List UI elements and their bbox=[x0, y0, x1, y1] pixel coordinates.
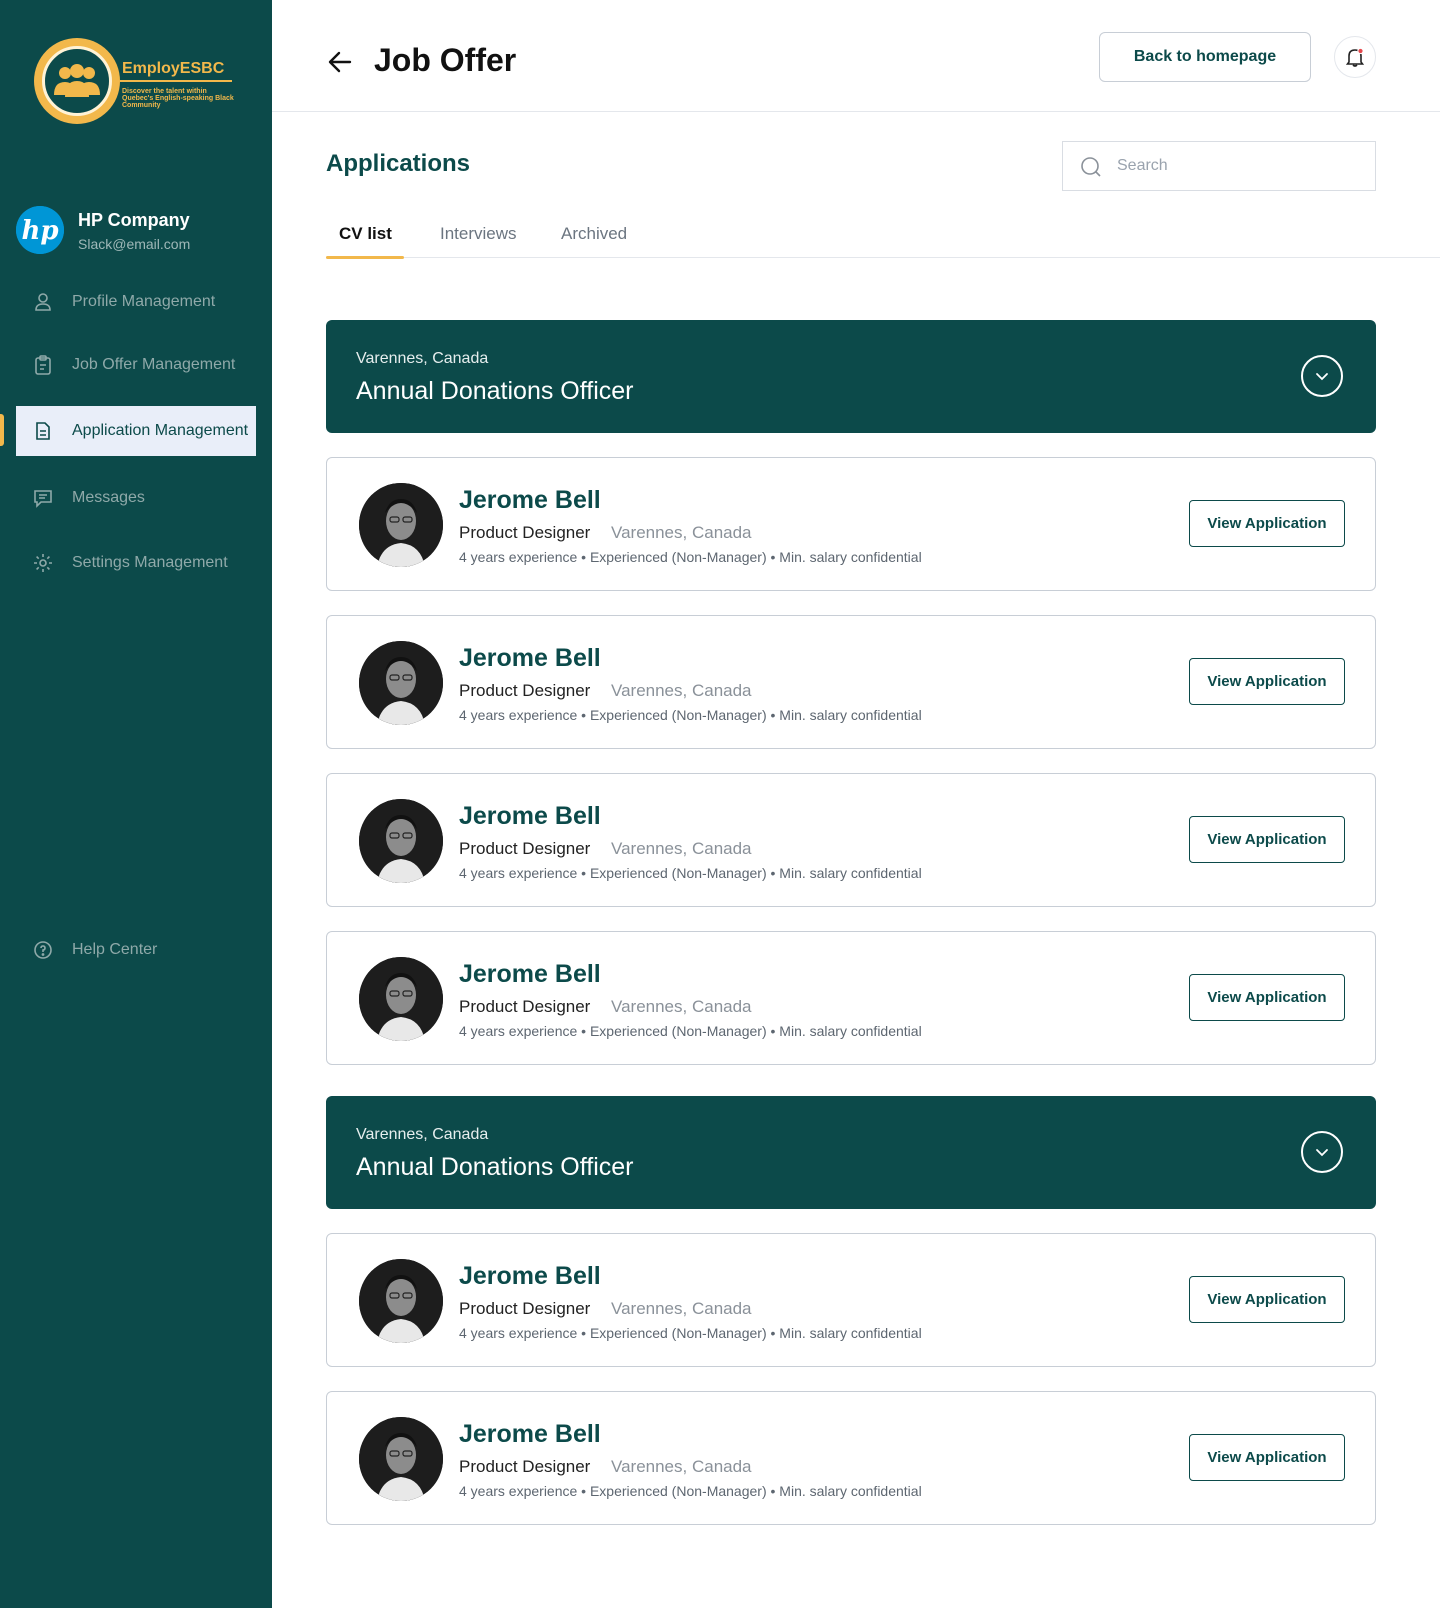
tab-active-indicator bbox=[326, 256, 404, 259]
clipboard-icon bbox=[32, 354, 54, 376]
svg-text:hp: hp bbox=[21, 216, 58, 246]
avatar bbox=[359, 1259, 443, 1343]
view-application-button[interactable]: View Application bbox=[1189, 658, 1345, 705]
candidate-card: Jerome Bell Product Designer Varennes, C… bbox=[326, 615, 1376, 749]
company-profile[interactable]: hp HP Company Slack@email.com bbox=[16, 206, 256, 256]
candidate-location: Varennes, Canada bbox=[611, 523, 752, 542]
view-application-button[interactable]: View Application bbox=[1189, 974, 1345, 1021]
candidate-location: Varennes, Canada bbox=[611, 1457, 752, 1476]
candidate-role: Product Designer bbox=[459, 839, 591, 858]
candidate-location: Varennes, Canada bbox=[611, 997, 752, 1016]
tab-cv-list[interactable]: CV list bbox=[326, 224, 404, 259]
candidate-role: Product Designer bbox=[459, 1299, 591, 1318]
candidate-name: Jerome Bell bbox=[459, 960, 601, 988]
avatar bbox=[359, 957, 443, 1041]
avatar bbox=[359, 1417, 443, 1501]
candidate-role: Product Designer bbox=[459, 997, 591, 1016]
tabs-bar: CV list Interviews Archived bbox=[326, 222, 1440, 259]
candidate-name: Jerome Bell bbox=[459, 486, 601, 514]
job-title: Annual Donations Officer bbox=[356, 1153, 634, 1181]
notifications-button[interactable] bbox=[1334, 36, 1376, 78]
people-group-icon bbox=[54, 64, 100, 97]
candidate-name: Jerome Bell bbox=[459, 1420, 601, 1448]
sidebar-item-help-center[interactable]: Help Center bbox=[16, 925, 256, 975]
view-application-button[interactable]: View Application bbox=[1189, 1276, 1345, 1323]
candidate-location: Varennes, Canada bbox=[611, 839, 752, 858]
user-icon bbox=[32, 291, 54, 313]
avatar bbox=[359, 799, 443, 883]
company-name: HP Company bbox=[78, 210, 190, 230]
candidate-details: 4 years experience • Experienced (Non-Ma… bbox=[459, 549, 922, 565]
job-title: Annual Donations Officer bbox=[356, 377, 634, 405]
candidate-details: 4 years experience • Experienced (Non-Ma… bbox=[459, 865, 922, 881]
gear-icon bbox=[32, 552, 54, 574]
active-nav-marker bbox=[0, 414, 4, 446]
hp-logo-icon: hp bbox=[16, 206, 64, 254]
job-location: Varennes, Canada bbox=[356, 350, 489, 367]
search-icon bbox=[1081, 157, 1101, 177]
job-group-header[interactable]: Varennes, Canada Annual Donations Office… bbox=[326, 320, 1376, 433]
sidebar-item-label: Profile Management bbox=[72, 293, 216, 310]
candidate-card: Jerome Bell Product Designer Varennes, C… bbox=[326, 773, 1376, 907]
sidebar-item-label: Job Offer Management bbox=[72, 356, 236, 373]
chevron-down-icon[interactable] bbox=[1301, 1131, 1343, 1173]
sidebar-item-job-offer-management[interactable]: Job Offer Management bbox=[16, 340, 256, 390]
page-header: Job Offer Back to homepage bbox=[272, 0, 1440, 112]
candidate-location: Varennes, Canada bbox=[611, 681, 752, 700]
candidate-details: 4 years experience • Experienced (Non-Ma… bbox=[459, 1023, 922, 1039]
candidate-card: Jerome Bell Product Designer Varennes, C… bbox=[326, 457, 1376, 591]
sidebar-item-messages[interactable]: Messages bbox=[16, 473, 256, 523]
view-application-button[interactable]: View Application bbox=[1189, 1434, 1345, 1481]
help-icon bbox=[32, 939, 54, 961]
logo-badge bbox=[34, 38, 120, 124]
candidate-location: Varennes, Canada bbox=[611, 1299, 752, 1318]
sidebar-item-label: Settings Management bbox=[72, 554, 228, 571]
search-box bbox=[1062, 141, 1376, 191]
back-to-homepage-button[interactable]: Back to homepage bbox=[1099, 32, 1311, 82]
candidate-role: Product Designer bbox=[459, 1457, 591, 1476]
job-location: Varennes, Canada bbox=[356, 1126, 489, 1143]
brand-underline bbox=[120, 80, 232, 82]
sidebar-item-label: Help Center bbox=[72, 941, 158, 958]
candidate-details: 4 years experience • Experienced (Non-Ma… bbox=[459, 1325, 922, 1341]
brand-logo[interactable]: EmployESBC Discover the talent within Qu… bbox=[34, 38, 234, 124]
page-title: Job Offer bbox=[374, 42, 517, 78]
company-email: Slack@email.com bbox=[78, 236, 191, 252]
avatar bbox=[359, 483, 443, 567]
sidebar-item-settings-management[interactable]: Settings Management bbox=[16, 538, 256, 588]
section-title: Applications bbox=[326, 150, 471, 177]
candidate-card: Jerome Bell Product Designer Varennes, C… bbox=[326, 1391, 1376, 1525]
brand-tagline: Discover the talent within Quebec's Engl… bbox=[122, 88, 234, 109]
arrow-left-icon[interactable] bbox=[326, 48, 354, 76]
search-input[interactable] bbox=[1117, 142, 1367, 190]
sidebar: EmployESBC Discover the talent within Qu… bbox=[0, 0, 272, 1608]
sidebar-item-label: Messages bbox=[72, 489, 145, 506]
chevron-down-icon[interactable] bbox=[1301, 355, 1343, 397]
sidebar-item-label: Application Management bbox=[72, 422, 249, 439]
view-application-button[interactable]: View Application bbox=[1189, 816, 1345, 863]
candidate-name: Jerome Bell bbox=[459, 1262, 601, 1290]
candidate-role: Product Designer bbox=[459, 523, 591, 542]
candidate-card: Jerome Bell Product Designer Varennes, C… bbox=[326, 931, 1376, 1065]
bell-icon bbox=[1345, 47, 1365, 67]
sidebar-item-profile-management[interactable]: Profile Management bbox=[16, 277, 256, 327]
candidate-name: Jerome Bell bbox=[459, 644, 601, 672]
view-application-button[interactable]: View Application bbox=[1189, 500, 1345, 547]
tab-archived[interactable]: Archived bbox=[561, 224, 627, 258]
candidate-details: 4 years experience • Experienced (Non-Ma… bbox=[459, 1483, 922, 1499]
brand-name: EmployESBC bbox=[122, 60, 225, 77]
candidate-role: Product Designer bbox=[459, 681, 591, 700]
tab-label: CV list bbox=[339, 224, 392, 243]
avatar bbox=[359, 641, 443, 725]
candidate-name: Jerome Bell bbox=[459, 802, 601, 830]
message-icon bbox=[32, 487, 54, 509]
candidate-card: Jerome Bell Product Designer Varennes, C… bbox=[326, 1233, 1376, 1367]
document-icon bbox=[32, 420, 54, 442]
sidebar-item-application-management[interactable]: Application Management bbox=[16, 406, 256, 456]
tab-interviews[interactable]: Interviews bbox=[440, 224, 517, 258]
job-group-header[interactable]: Varennes, Canada Annual Donations Office… bbox=[326, 1096, 1376, 1209]
candidate-details: 4 years experience • Experienced (Non-Ma… bbox=[459, 707, 922, 723]
